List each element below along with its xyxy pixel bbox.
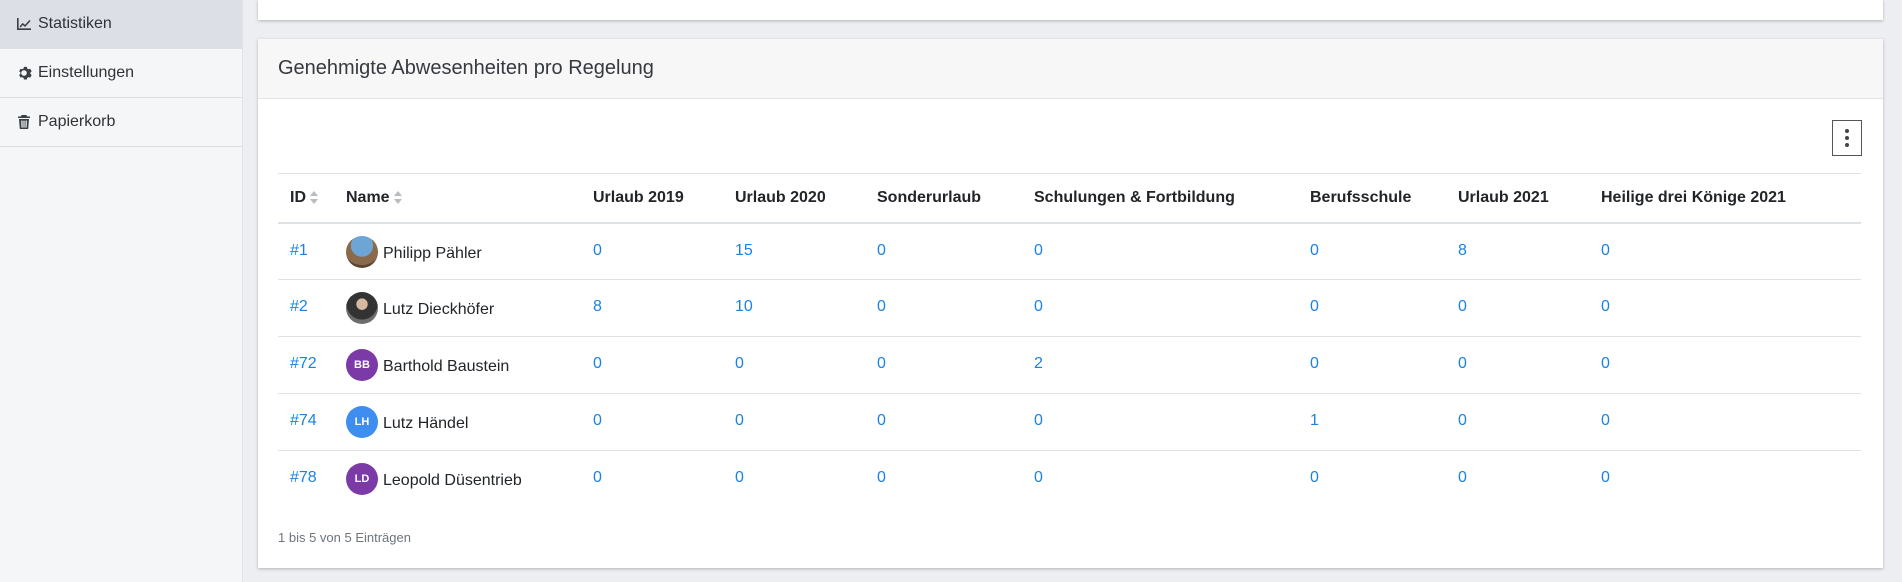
value-link[interactable]: 0 <box>1034 469 1043 486</box>
value-link[interactable]: 0 <box>877 298 886 315</box>
chart-line-icon <box>16 16 32 32</box>
sidebar-item-statistiken[interactable]: Statistiken <box>0 0 242 49</box>
avatar <box>346 235 378 268</box>
column-header: Urlaub 2021 <box>1446 173 1589 224</box>
page-scrollbar[interactable] <box>1888 0 1902 582</box>
previous-card <box>258 0 1883 20</box>
kebab-menu-icon[interactable] <box>1832 120 1862 156</box>
sidebar-item-label: Einstellungen <box>38 64 135 81</box>
sidebar: Statistiken Einstellungen Papierkorb <box>0 0 243 582</box>
absences-card: Genehmigte Abwesenheiten pro Regelung ID… <box>258 39 1883 568</box>
column-header: Sonderurlaub <box>865 173 1022 224</box>
sidebar-item-label: Statistiken <box>38 15 112 32</box>
value-link[interactable]: 0 <box>877 355 886 372</box>
value-link[interactable]: 0 <box>735 355 744 372</box>
person-name: Lutz Dieckhöfer <box>383 301 495 318</box>
value-link[interactable]: 8 <box>1458 242 1467 259</box>
value-link[interactable]: 10 <box>735 298 753 315</box>
value-link[interactable]: 0 <box>593 242 602 259</box>
row-id-link[interactable]: #78 <box>290 469 317 486</box>
value-link[interactable]: 0 <box>1034 242 1043 259</box>
value-link[interactable]: 0 <box>1310 298 1319 315</box>
value-link[interactable]: 0 <box>1601 412 1610 429</box>
value-link[interactable]: 0 <box>1458 469 1467 486</box>
pagination-info: 1 bis 5 von 5 Einträgen <box>278 530 411 545</box>
column-header-name[interactable]: Name <box>334 173 581 224</box>
sidebar-item-label: Papierkorb <box>38 113 116 130</box>
sidebar-item-papierkorb[interactable]: Papierkorb <box>0 98 242 147</box>
value-link[interactable]: 0 <box>1601 355 1610 372</box>
value-link[interactable]: 0 <box>877 412 886 429</box>
column-header: Heilige drei Könige 2021 <box>1589 173 1861 224</box>
person-name: Leopold Düsentrieb <box>383 472 522 489</box>
table-row: #74 LH Lutz Händel 0 0 0 0 1 0 0 <box>278 393 1861 451</box>
person-name: Barthold Baustein <box>383 358 510 375</box>
column-header-id[interactable]: ID <box>278 173 334 224</box>
value-link[interactable]: 0 <box>1310 242 1319 259</box>
sidebar-item-einstellungen[interactable]: Einstellungen <box>0 49 242 98</box>
value-link[interactable]: 0 <box>1601 469 1610 486</box>
column-header: Urlaub 2020 <box>723 173 865 224</box>
column-header: Urlaub 2019 <box>581 173 723 224</box>
value-link[interactable]: 0 <box>1601 242 1610 259</box>
sort-icon <box>393 191 403 205</box>
column-header: Schulungen & Fortbildung <box>1022 173 1298 224</box>
person-name: Philipp Pähler <box>383 244 482 262</box>
avatar: LD <box>346 463 378 495</box>
value-link[interactable]: 0 <box>735 412 744 429</box>
row-id-link[interactable]: #1 <box>290 242 308 259</box>
avatar <box>346 292 378 324</box>
column-header: Berufsschule <box>1298 173 1446 224</box>
row-id-link[interactable]: #72 <box>290 355 317 372</box>
gear-icon <box>16 65 32 81</box>
avatar: BB <box>346 349 378 381</box>
person-name: Lutz Händel <box>383 415 469 432</box>
value-link[interactable]: 0 <box>877 242 886 259</box>
value-link[interactable]: 0 <box>593 355 602 372</box>
table-row: #78 LD Leopold Düsentrieb 0 0 0 0 0 0 0 <box>278 451 1861 508</box>
absences-table: ID Name Urlaub 2019 Urlaub 2020 Sonderur… <box>278 173 1861 508</box>
value-link[interactable]: 0 <box>1034 298 1043 315</box>
row-id-link[interactable]: #74 <box>290 412 317 429</box>
value-link[interactable]: 2 <box>1034 355 1043 372</box>
value-link[interactable]: 0 <box>1034 412 1043 429</box>
value-link[interactable]: 8 <box>593 298 602 315</box>
value-link[interactable]: 0 <box>877 469 886 486</box>
trash-icon <box>16 114 32 130</box>
card-title: Genehmigte Abwesenheiten pro Regelung <box>258 39 1883 99</box>
value-link[interactable]: 0 <box>735 469 744 486</box>
value-link[interactable]: 0 <box>1458 298 1467 315</box>
table-row: #72 BB Barthold Baustein 0 0 0 2 0 0 0 <box>278 336 1861 394</box>
value-link[interactable]: 0 <box>1310 469 1319 486</box>
value-link[interactable]: 1 <box>1310 412 1319 429</box>
value-link[interactable]: 0 <box>1458 412 1467 429</box>
value-link[interactable]: 0 <box>1458 355 1467 372</box>
value-link[interactable]: 0 <box>593 412 602 429</box>
value-link[interactable]: 0 <box>1310 355 1319 372</box>
table-header-row: ID Name Urlaub 2019 Urlaub 2020 Sonderur… <box>278 173 1861 224</box>
table-row: #2 Lutz Dieckhöfer 8 10 0 0 0 0 0 <box>278 279 1861 337</box>
value-link[interactable]: 0 <box>1601 298 1610 315</box>
avatar: LH <box>346 406 378 438</box>
table-row: #1 Philipp Pähler 0 15 0 0 0 8 0 <box>278 222 1861 280</box>
value-link[interactable]: 0 <box>593 469 602 486</box>
sort-icon <box>310 191 319 205</box>
value-link[interactable]: 15 <box>735 242 753 259</box>
row-id-link[interactable]: #2 <box>290 298 308 315</box>
